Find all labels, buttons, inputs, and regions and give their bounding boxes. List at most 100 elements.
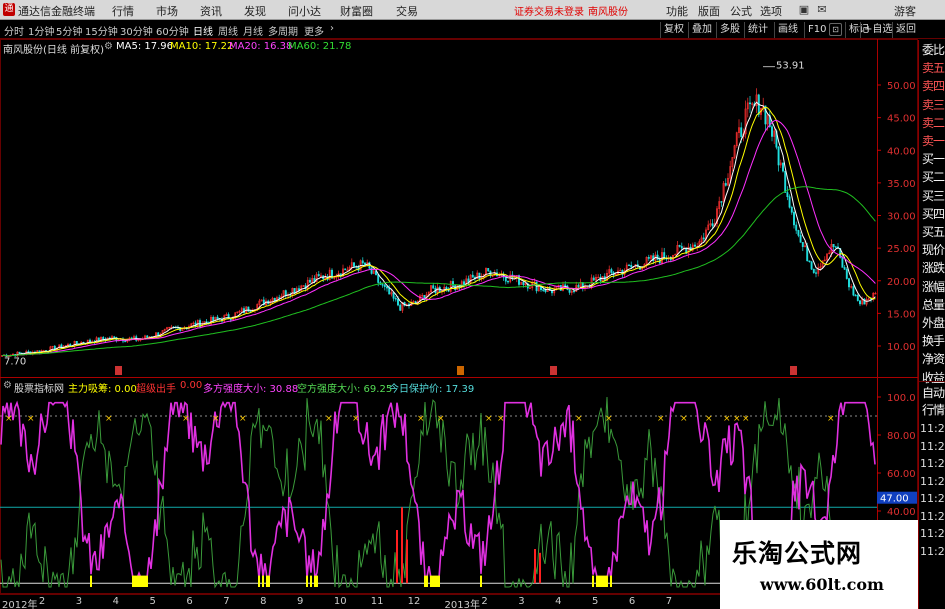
menu-formula[interactable]: 公式	[730, 3, 752, 19]
signal-marker: ×	[575, 414, 583, 424]
back-button[interactable]: 返回	[892, 22, 919, 38]
event-marker	[457, 366, 464, 375]
side-tab-17[interactable]: 净资	[920, 351, 945, 368]
side-tab-13[interactable]: 涨幅	[920, 279, 945, 296]
accum-bar	[430, 575, 432, 587]
candle-body	[834, 246, 837, 248]
side-tab-2[interactable]: 卖四	[920, 78, 945, 95]
candle-body	[344, 268, 347, 271]
period-timeshare[interactable]: 分时	[4, 23, 24, 38]
side-tab-4[interactable]: 卖二	[920, 115, 945, 132]
candle-body	[784, 170, 787, 193]
kline-chart[interactable]: 50.00 45.00 40.00 35.00 30.00 25.00 20.00 15.00…	[0, 39, 918, 594]
accum-bar	[434, 575, 436, 587]
signal-marker: ×	[437, 414, 445, 424]
period-multi[interactable]: 多周期	[268, 23, 298, 38]
adjust-button[interactable]: 复权	[660, 22, 687, 38]
side-lower-tab-1[interactable]: 行情	[920, 402, 945, 419]
side-tab-8[interactable]: 买三	[920, 188, 945, 205]
period-more[interactable]: 更多	[304, 23, 324, 38]
side-tab-5[interactable]: 卖一	[920, 133, 945, 150]
side-tab-15[interactable]: 外盘	[920, 315, 945, 332]
ind-axis-label: 60.00	[887, 469, 916, 480]
add-watchlist-button[interactable]: +自选	[860, 22, 895, 38]
draw-button[interactable]: 画线	[774, 22, 801, 38]
menu-options[interactable]: 选项	[760, 3, 782, 19]
candle-body	[628, 264, 630, 267]
period-15min[interactable]: 15分钟	[85, 23, 118, 38]
menu-function[interactable]: 功能	[666, 3, 688, 19]
candle-body	[205, 321, 208, 323]
side-tab-3[interactable]: 卖三	[920, 97, 945, 114]
candle-body	[383, 284, 386, 287]
settings-icon[interactable]: ⚙	[3, 380, 12, 391]
f10-button[interactable]: F10	[804, 22, 829, 38]
menu-layout[interactable]: 版面	[698, 3, 720, 19]
side-tab-11[interactable]: 现价	[920, 242, 945, 259]
period-daily[interactable]: 日线	[193, 23, 213, 38]
signal-marker: ×	[105, 414, 113, 424]
candle-body	[782, 162, 784, 172]
period-30min[interactable]: 30分钟	[120, 23, 153, 38]
menu-discover[interactable]: 发现	[244, 3, 266, 19]
date-tick: 2013年	[444, 600, 480, 609]
side-tab-9[interactable]: 买四	[920, 206, 945, 223]
side-tab-14[interactable]: 总量	[920, 297, 945, 314]
candle-body	[364, 262, 366, 265]
accum-bar	[600, 575, 602, 587]
guest-label[interactable]: 游客	[894, 3, 916, 19]
candle-body	[212, 316, 215, 321]
ind-axis-label: 100.0	[887, 393, 916, 404]
multi-stock-button[interactable]: 多股	[716, 22, 743, 38]
candle-body	[247, 306, 250, 312]
candle-body	[795, 224, 798, 231]
period-1min[interactable]: 1分钟	[28, 23, 54, 38]
menu-quotes[interactable]: 行情	[112, 3, 134, 19]
tick-time: 11:2	[920, 457, 945, 470]
candle-body	[749, 102, 751, 105]
ind-marker-label: 47.00	[880, 494, 909, 505]
accum-bar	[604, 575, 606, 587]
lock-icon[interactable]: ⊡	[829, 23, 842, 36]
price-axis-label: 10.00	[887, 342, 916, 353]
chevron-right-icon[interactable]: ›	[330, 23, 334, 34]
period-60min[interactable]: 60分钟	[156, 23, 189, 38]
menu-news[interactable]: 资讯	[200, 3, 222, 19]
side-tab-6[interactable]: 买一	[920, 151, 945, 168]
period-5min[interactable]: 5分钟	[56, 23, 82, 38]
candle-body	[113, 336, 116, 338]
side-lower-tab-0[interactable]: 自动	[920, 385, 945, 402]
menu-trade[interactable]: 交易	[396, 3, 418, 19]
skin-icon[interactable]: ▣	[796, 2, 812, 17]
candle-body	[377, 274, 380, 283]
stats-button[interactable]: 统计	[744, 22, 771, 38]
overlay-button[interactable]: 叠加	[688, 22, 715, 38]
message-icon[interactable]: ✉	[814, 2, 830, 17]
tick-time: 11:2	[920, 544, 945, 558]
candle-body	[786, 192, 789, 197]
side-tab-1[interactable]: 卖五	[920, 60, 945, 77]
period-monthly[interactable]: 月线	[243, 23, 263, 38]
candle-body	[564, 284, 567, 287]
app-logo-icon: 通	[3, 3, 15, 16]
side-tab-0[interactable]: 委比	[920, 42, 945, 59]
date-tick: 3	[518, 596, 525, 607]
signal-marker: ×	[605, 414, 613, 424]
candle-body	[630, 264, 633, 268]
menu-ask[interactable]: 问小达	[288, 3, 321, 19]
menu-market[interactable]: 市场	[156, 3, 178, 19]
side-tab-10[interactable]: 买五	[920, 224, 945, 241]
login-notice: 证券交易未登录	[514, 7, 584, 18]
oversold-value: 0.00	[180, 380, 203, 391]
date-tick: 6	[628, 596, 636, 607]
candle-body	[507, 280, 509, 283]
settings-icon[interactable]: ⚙	[104, 41, 113, 52]
side-tab-7[interactable]: 买二	[920, 169, 945, 186]
signal-marker: ×	[212, 414, 220, 424]
candle-body	[102, 337, 105, 340]
date-tick: 8	[260, 596, 267, 607]
side-tab-12[interactable]: 涨跌	[920, 260, 945, 277]
side-tab-16[interactable]: 换手	[920, 333, 945, 350]
period-weekly[interactable]: 周线	[218, 23, 238, 38]
menu-wealth[interactable]: 财富圈	[340, 3, 373, 19]
